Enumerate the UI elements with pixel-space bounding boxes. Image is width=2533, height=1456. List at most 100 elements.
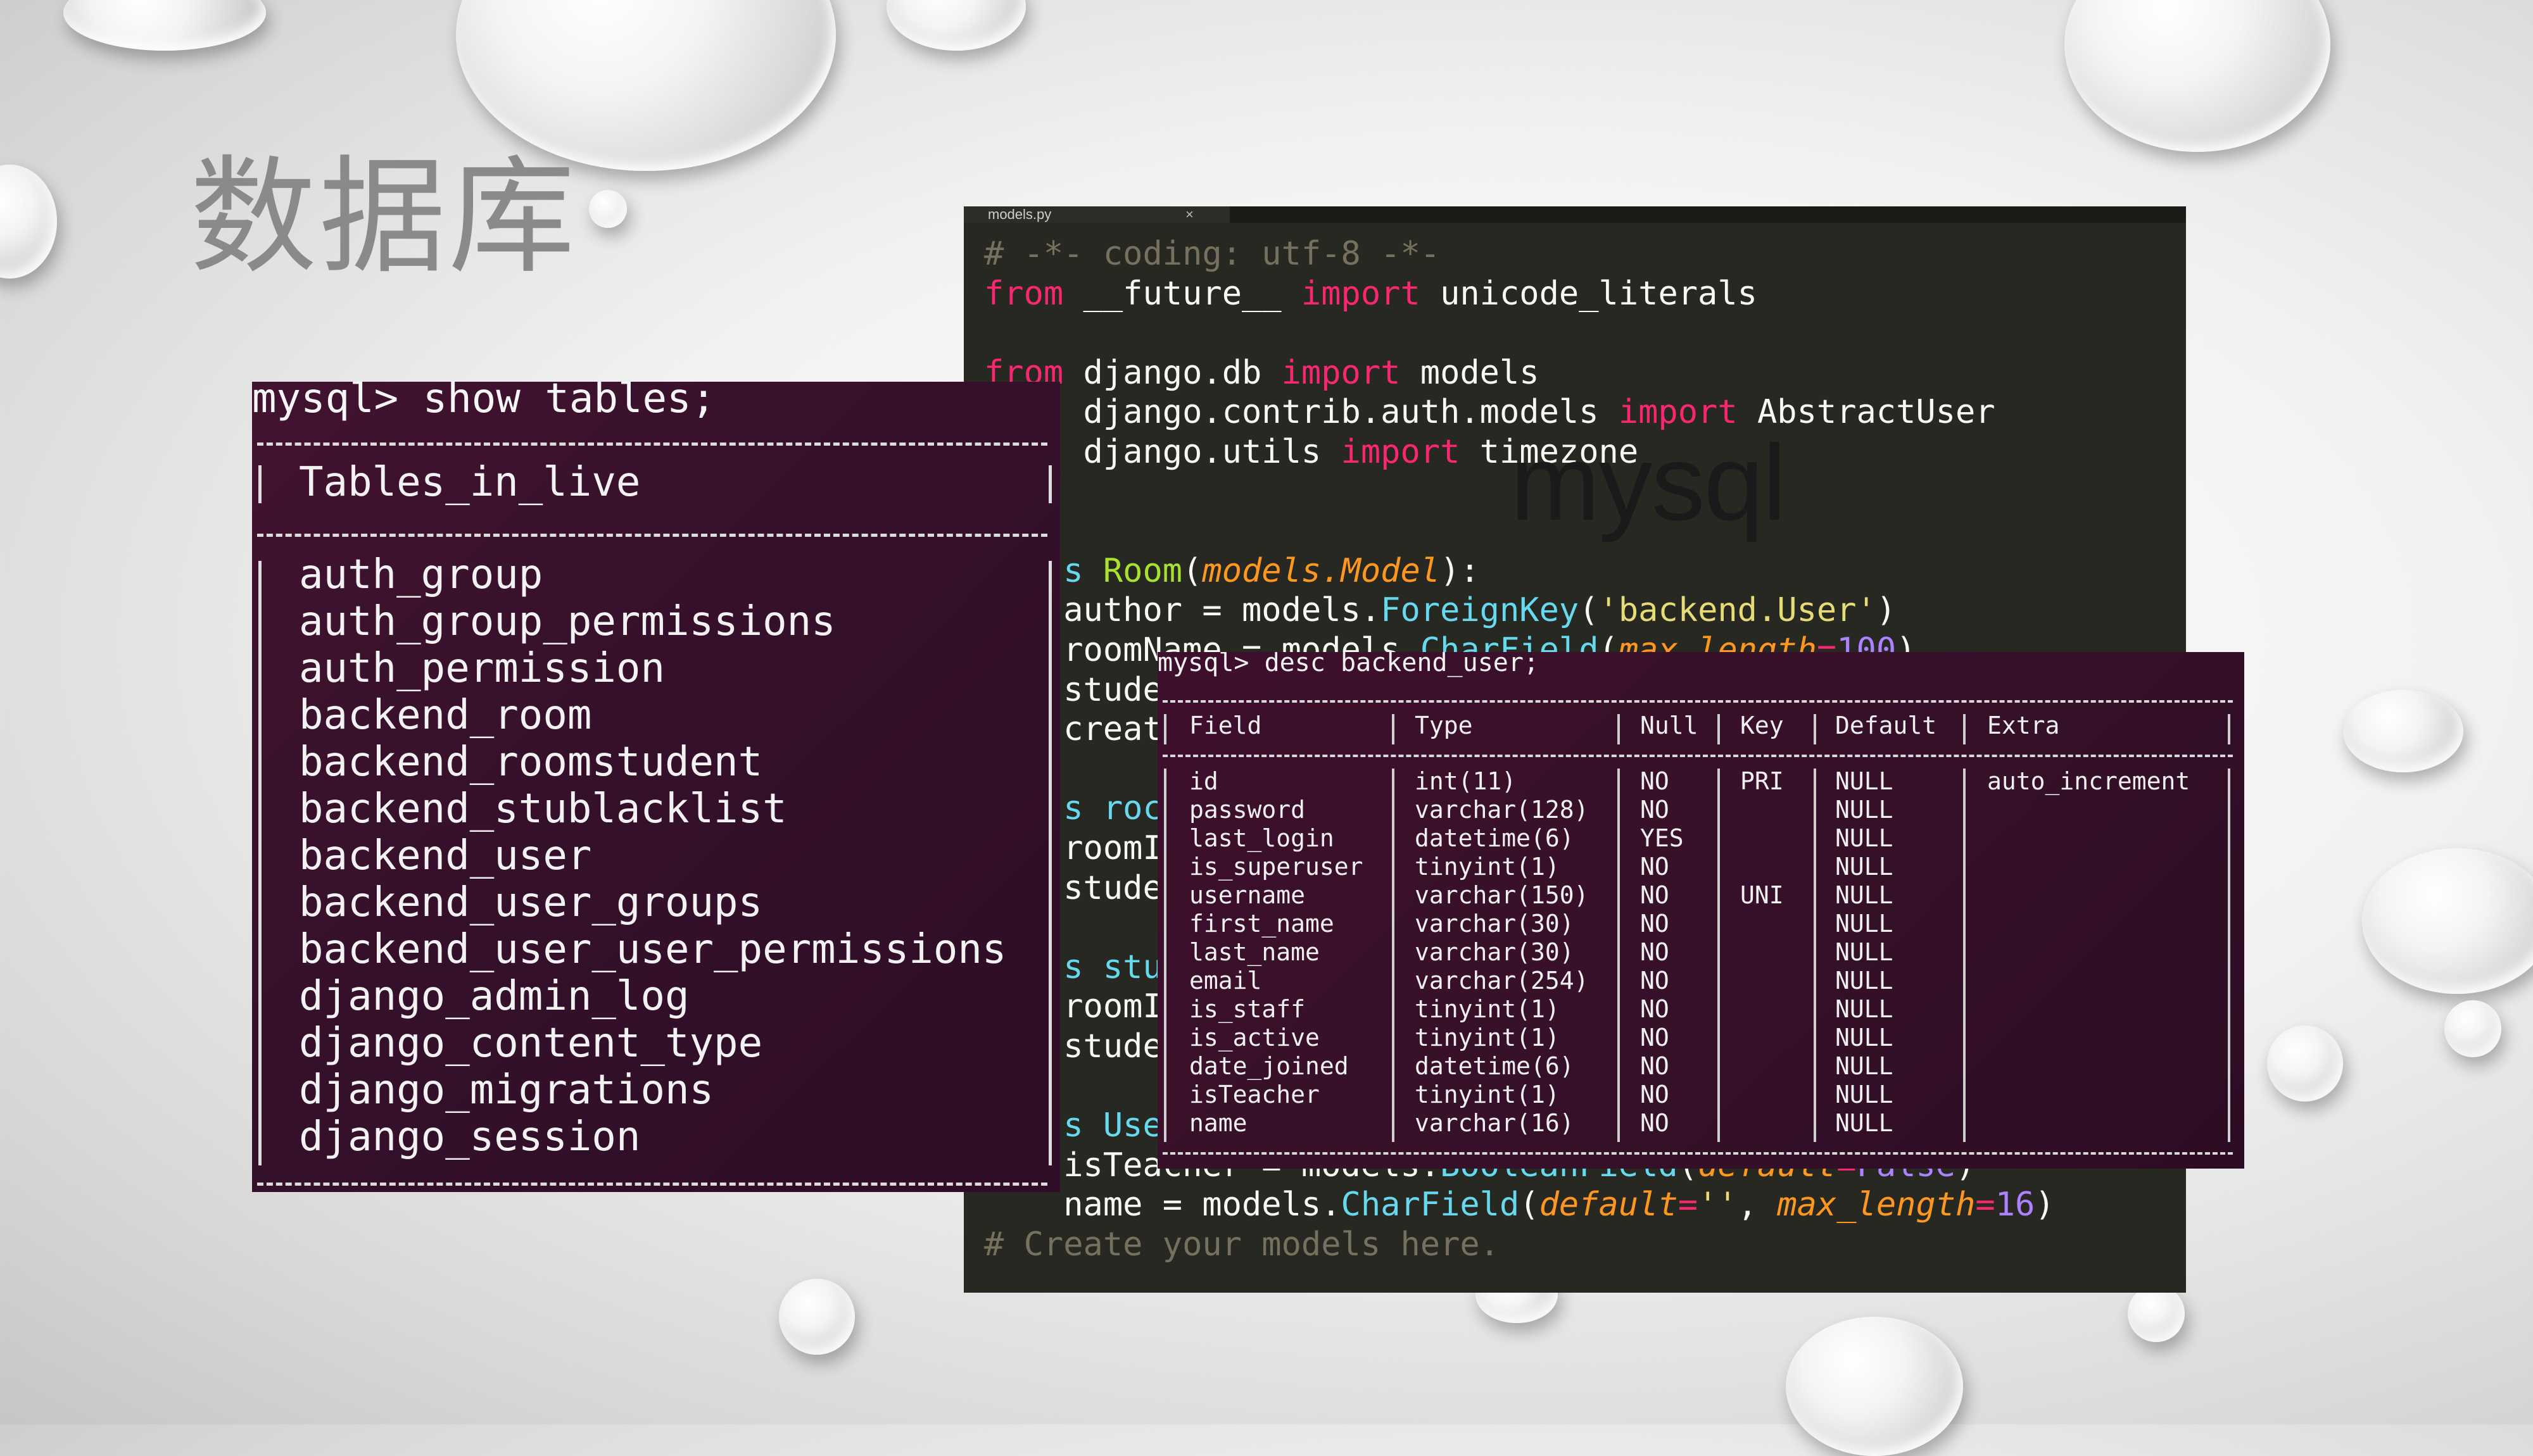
desc-cell: varchar(30) (1415, 910, 1574, 938)
table-name-row: backend_roomstudent (299, 739, 763, 786)
code-token: = (1677, 1186, 1698, 1224)
tables-list: auth_group auth_group_permissions auth_per… (299, 551, 1006, 1160)
code-line: name = models.CharField(default='', max_… (984, 1185, 2055, 1225)
code-token: ) (2035, 1186, 2055, 1224)
code-token: 16 (1995, 1186, 2035, 1224)
terminal-show-tables: mysql> show tables; Tables_in_live auth_… (252, 382, 1060, 1192)
code-token: default (1539, 1186, 1678, 1224)
desc-column-separator (1963, 769, 1966, 1142)
code-token: 'backend.User' (1598, 591, 1876, 630)
desc-column-separator (1963, 714, 1966, 744)
code-token: CharField (1341, 1186, 1520, 1224)
water-drop-decoration (589, 190, 627, 228)
desc-cell: last_login (1189, 824, 1334, 852)
desc-column-separator (1617, 714, 1620, 744)
desc-cell: tinyint(1) (1415, 995, 1560, 1023)
slide-title: 数据库 (190, 144, 578, 291)
desc-cell: NULL (1835, 938, 1893, 966)
desc-column-separator (1617, 769, 1620, 1142)
table-border-mid (257, 534, 1047, 537)
desc-cell: NO (1640, 881, 1669, 909)
desc-cell: NO (1640, 995, 1669, 1023)
code-line: # -*- coding: utf-8 -*- (984, 234, 2055, 274)
code-token: ( (1579, 591, 1599, 630)
desc-cell: NULL (1835, 995, 1893, 1023)
desc-cell: auto_increment (1987, 767, 2190, 795)
table-border-left (258, 465, 262, 503)
water-drop-decoration (2444, 1000, 2501, 1057)
desc-cell: last_name (1189, 938, 1320, 966)
code-token: '' (1698, 1186, 1738, 1224)
table-border-right (1049, 465, 1052, 503)
code-token: ) (1876, 591, 1897, 630)
desc-cell: email (1189, 967, 1262, 995)
table-name-row: backend_user_groups (299, 879, 763, 926)
table-border-bottom (257, 1183, 1047, 1186)
code-token: import (1301, 274, 1420, 313)
desc-cell: first_name (1189, 910, 1334, 938)
desc-cell: is_superuser (1189, 853, 1363, 881)
desc-cell: NO (1640, 910, 1669, 938)
code-token: Room (1102, 551, 1183, 590)
code-line: s Room(models.Model): (984, 551, 2055, 591)
desc-cell: varchar(254) (1415, 967, 1589, 995)
desc-column-header: Extra (1987, 712, 2060, 739)
table-name-row: auth_permission (299, 645, 665, 692)
desc-cell: NULL (1835, 1024, 1893, 1051)
code-token: import (1281, 353, 1401, 392)
desc-cell: NULL (1835, 1052, 1893, 1080)
table-name-row: auth_group_permissions (299, 598, 836, 645)
desc-border-mid (1163, 755, 2233, 757)
code-token: , (1737, 1186, 1778, 1224)
code-line: from django.db import models (984, 353, 2055, 393)
desc-cell: is_active (1189, 1024, 1320, 1051)
desc-cell: PRI (1740, 767, 1784, 795)
desc-cell: NULL (1835, 881, 1893, 909)
overlay-label: mysql (1510, 423, 1786, 543)
water-drop-decoration (887, 0, 1026, 51)
desc-cell: isTeacher (1189, 1081, 1320, 1108)
code-token: from (984, 274, 1064, 313)
terminal-prompt: mysql> show tables; (252, 382, 716, 422)
desc-cell: tinyint(1) (1415, 853, 1560, 881)
desc-column-separator (2228, 714, 2230, 744)
desc-cell: NO (1640, 767, 1669, 795)
desc-cell: NO (1640, 1109, 1669, 1137)
code-token: max_length (1777, 1186, 1976, 1224)
table-name-row: backend_user_user_permissions (299, 926, 1007, 973)
desc-column-separator (2228, 769, 2230, 1142)
table-name-row: django_session (299, 1114, 641, 1160)
desc-cell: date_joined (1189, 1052, 1349, 1080)
water-drop-decoration (779, 1279, 855, 1355)
desc-column-separator (1392, 769, 1394, 1142)
desc-column-header: Null (1640, 712, 1698, 739)
code-token: # -*- coding: utf-8 -*- (984, 235, 1441, 273)
desc-cell: NO (1640, 1052, 1669, 1080)
desc-cell: NULL (1835, 1081, 1893, 1108)
desc-column-header: Default (1835, 712, 1937, 739)
water-drop-decoration (0, 165, 57, 279)
desc-border-top (1163, 700, 2233, 703)
code-token: django.db (1063, 353, 1282, 392)
desc-cell: NO (1640, 796, 1669, 824)
desc-cell: varchar(128) (1415, 796, 1589, 824)
editor-tab-models-py[interactable]: models.py × (964, 206, 1230, 223)
table-name-row: backend_stublacklist (299, 786, 787, 832)
code-token: ( (1519, 1186, 1539, 1224)
editor-tab-bar: models.py × (964, 206, 2186, 223)
desc-cell: NO (1640, 1024, 1669, 1051)
desc-cell: tinyint(1) (1415, 1081, 1560, 1108)
desc-cell: varchar(16) (1415, 1109, 1574, 1137)
desc-cell: NULL (1835, 967, 1893, 995)
table-border-top (257, 442, 1047, 446)
close-icon[interactable]: × (1185, 206, 1194, 223)
desc-cell: NULL (1835, 824, 1893, 852)
editor-tab-label: models.py (988, 206, 1052, 222)
code-token: # Create your models here. (984, 1225, 1500, 1264)
desc-cell: NULL (1835, 853, 1893, 881)
table-name-row: backend_room (299, 692, 592, 739)
desc-column-separator (1392, 714, 1394, 744)
water-drop-decoration (2343, 690, 2463, 772)
desc-cell: is_staff (1189, 995, 1306, 1023)
table-name-row: auth_group (299, 551, 543, 598)
